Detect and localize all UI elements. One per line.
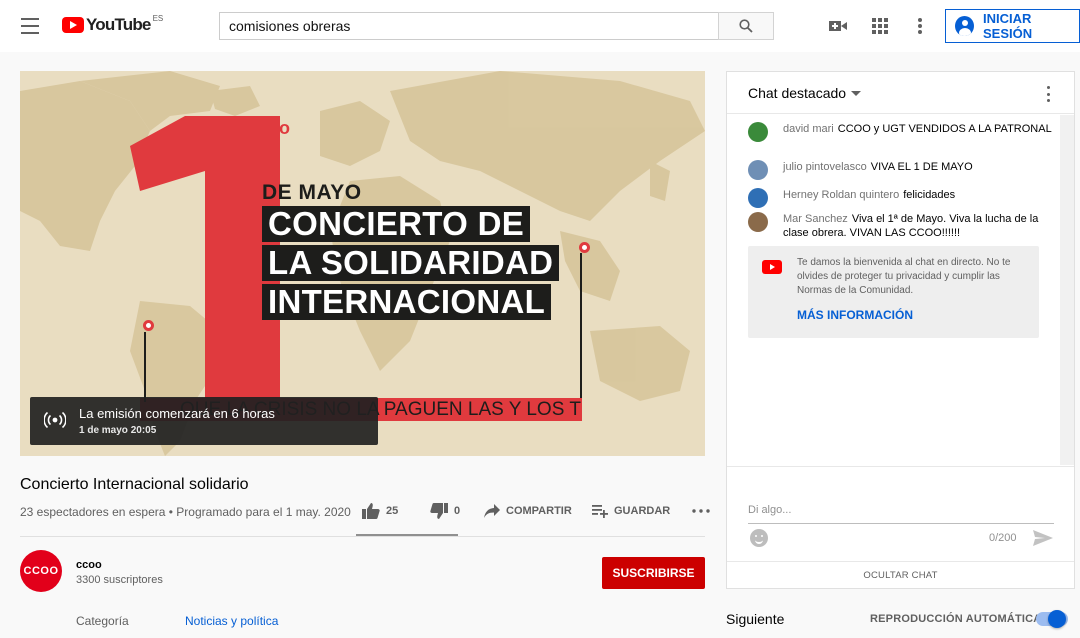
thumb-down-icon <box>430 503 448 519</box>
chat-header: Chat destacado <box>727 72 1074 114</box>
channel-avatar-text: CCOO <box>23 565 59 577</box>
map-pin-line <box>144 332 146 402</box>
welcome-text: Te damos la bienvenida al chat en direct… <box>797 257 1011 296</box>
youtube-play-icon <box>762 260 782 274</box>
chat-author: Mar Sanchez <box>783 213 848 225</box>
video-meta: 23 espectadores en espera • Programado p… <box>20 505 351 519</box>
thumb-up-icon <box>362 503 380 519</box>
save-label: GUARDAR <box>614 505 671 517</box>
avatar <box>748 122 768 142</box>
share-button[interactable]: COMPARTIR <box>484 504 592 518</box>
avatar <box>748 188 768 208</box>
video-title: Concierto Internacional solidario <box>20 476 249 493</box>
like-count: 25 <box>386 505 399 517</box>
chat-message-input[interactable]: Di algo... <box>748 504 1054 524</box>
chat-text: CCOO y UGT VENDIDOS A LA PATRONAL <box>837 123 1052 135</box>
chat-welcome-notice: Te damos la bienvenida al chat en direct… <box>748 246 1039 338</box>
headline-line-2: LA SOLIDARIDAD <box>262 245 560 281</box>
channel-name[interactable]: ccoo <box>76 559 102 571</box>
subscribe-button[interactable]: SUSCRIBIRSE <box>602 557 705 589</box>
chat-message: Mar Sanchez Viva el 1ª de Mayo. Viva la l… <box>748 212 1058 242</box>
search-input[interactable]: comisiones obreras <box>219 12 719 40</box>
create-video-icon[interactable] <box>829 18 847 34</box>
live-chat-panel: Chat destacado david mari CCOO y UGT VEND… <box>726 71 1075 589</box>
top-bar: YouTube ES comisiones obreras INICIAR SE… <box>0 0 1080 52</box>
signin-button[interactable]: INICIAR SESIÓN <box>945 9 1080 43</box>
chat-author: Herney Roldan quintero <box>783 189 900 201</box>
youtube-logo[interactable]: YouTube ES <box>62 13 164 35</box>
chat-scrollbar[interactable] <box>1060 115 1074 465</box>
avatar <box>748 212 768 232</box>
autoplay-toggle-knob[interactable] <box>1048 610 1066 628</box>
autoplay-label: REPRODUCCIÓN AUTOMÁTICA <box>870 613 1042 625</box>
playlist-add-icon <box>592 505 608 518</box>
channel-avatar[interactable]: CCOO <box>20 550 62 592</box>
avatar <box>748 160 768 180</box>
signin-label: INICIAR SESIÓN <box>982 11 1033 41</box>
map-pin-line <box>580 253 582 398</box>
channel-subscriber-count: 3300 suscriptores <box>76 574 163 586</box>
search-icon <box>739 19 753 33</box>
chat-text: felicidades <box>903 189 956 201</box>
premiere-time: 1 de mayo 20:05 <box>79 425 157 436</box>
more-vert-icon[interactable] <box>915 17 925 35</box>
more-actions-button[interactable] <box>692 509 716 513</box>
map-pin-icon <box>143 320 154 331</box>
map-pin-icon <box>579 242 590 253</box>
dislike-count: 0 <box>454 505 461 517</box>
live-broadcast-icon <box>44 411 66 429</box>
more-horiz-icon <box>692 509 710 513</box>
youtube-play-icon <box>62 17 84 33</box>
video-player[interactable]: o DE MAYO CONCIERTO DE LA SOLIDARIDAD IN… <box>20 71 705 456</box>
more-vert-icon[interactable] <box>1047 86 1051 102</box>
chat-message: Herney Roldan quintero felicidades <box>748 188 1058 208</box>
apps-grid-icon[interactable] <box>872 18 888 34</box>
char-counter: 0/200 <box>989 532 1017 544</box>
logo-text: YouTube <box>86 15 151 34</box>
category-link[interactable]: Noticias y política <box>185 614 278 628</box>
headline-line-1: CONCIERTO DE <box>262 206 531 242</box>
chat-message: julio pintovelasco VIVA EL 1 DE MAYO <box>748 160 1058 180</box>
up-next-heading: Siguiente <box>726 611 785 627</box>
send-icon[interactable] <box>1033 530 1053 546</box>
headline-line-3: INTERNACIONAL <box>262 284 552 320</box>
more-info-link[interactable]: MÁS INFORMACIÓN <box>797 308 913 322</box>
premiere-title: La emisión comenzará en 6 horas <box>79 406 275 421</box>
dislike-button[interactable]: 0 <box>430 503 474 519</box>
hide-chat-button[interactable]: OCULTAR CHAT <box>727 561 1074 589</box>
share-label: COMPARTIR <box>506 505 572 517</box>
category-label: Categoría <box>76 614 129 628</box>
headline-date: DE MAYO <box>262 181 362 204</box>
logo-country: ES <box>152 13 164 23</box>
chat-message: david mari CCOO y UGT VENDIDOS A LA PATRO… <box>748 122 1058 152</box>
emoji-icon[interactable] <box>750 529 768 547</box>
chat-mode-dropdown[interactable]: Chat destacado <box>748 85 846 101</box>
divider <box>20 536 705 537</box>
like-button[interactable]: 25 <box>362 503 430 519</box>
hamburger-menu-icon[interactable] <box>20 16 40 36</box>
search-button[interactable] <box>718 12 774 40</box>
chat-author: julio pintovelasco <box>783 161 867 173</box>
number-one-graphic <box>130 116 280 416</box>
video-actions: 25 0 COMPARTIR GUARDAR <box>362 503 716 519</box>
chat-text: VIVA EL 1 DE MAYO <box>870 161 973 173</box>
account-circle-icon <box>955 16 974 36</box>
save-button[interactable]: GUARDAR <box>592 504 692 518</box>
share-icon <box>484 504 500 518</box>
chevron-down-icon[interactable] <box>851 91 861 96</box>
ordinal-mark: o <box>279 118 290 138</box>
premiere-notice: La emisión comenzará en 6 horas 1 de may… <box>30 397 378 445</box>
chat-author: david mari <box>783 123 834 135</box>
